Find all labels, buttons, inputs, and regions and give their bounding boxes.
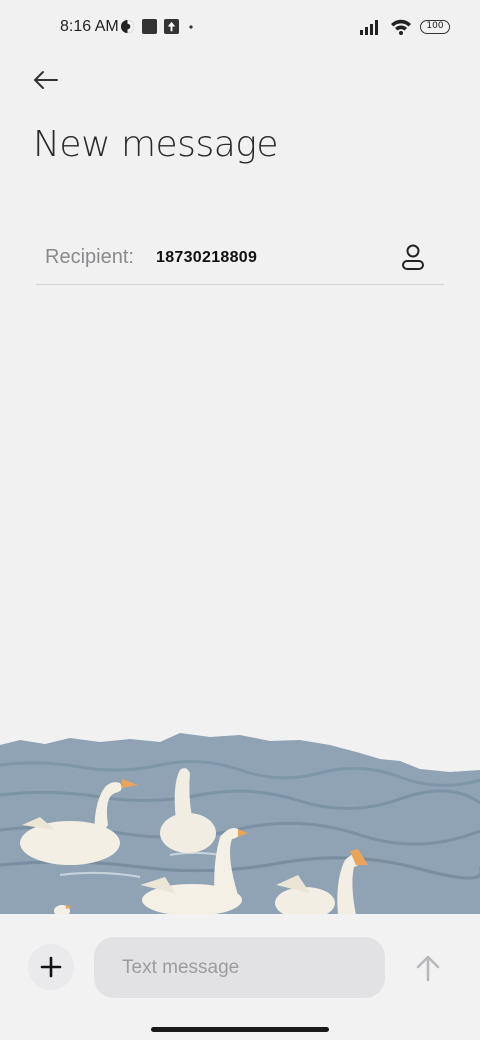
- vpn-icon: [120, 19, 135, 34]
- recipient-label: Recipient:: [45, 246, 134, 268]
- wallpaper-illustration: [0, 725, 480, 915]
- message-composer: [0, 914, 480, 1040]
- wifi-icon: [391, 19, 411, 35]
- recipient-row[interactable]: Recipient: 18730218809: [36, 234, 444, 285]
- back-button[interactable]: [30, 66, 62, 94]
- arrow-up-icon: [416, 955, 440, 982]
- send-button[interactable]: [412, 952, 444, 984]
- plus-icon: [40, 956, 62, 978]
- add-attachment-button[interactable]: [28, 944, 74, 990]
- battery-icon: 100: [420, 19, 450, 34]
- square-notification-icon: [142, 19, 157, 34]
- status-bar: 8:16 AM 100: [0, 0, 480, 56]
- page-title: New message: [33, 124, 279, 165]
- status-time: 8:16 AM: [60, 18, 119, 35]
- arrow-left-icon: [34, 71, 58, 89]
- upload-notification-icon: [164, 19, 179, 34]
- recipient-input[interactable]: 18730218809: [156, 249, 257, 267]
- message-input[interactable]: [94, 937, 385, 998]
- signal-icon: [360, 19, 378, 35]
- dot-icon: [189, 24, 193, 29]
- person-icon: [402, 244, 424, 270]
- contact-picker-button[interactable]: [398, 242, 428, 272]
- home-indicator: [151, 1027, 329, 1032]
